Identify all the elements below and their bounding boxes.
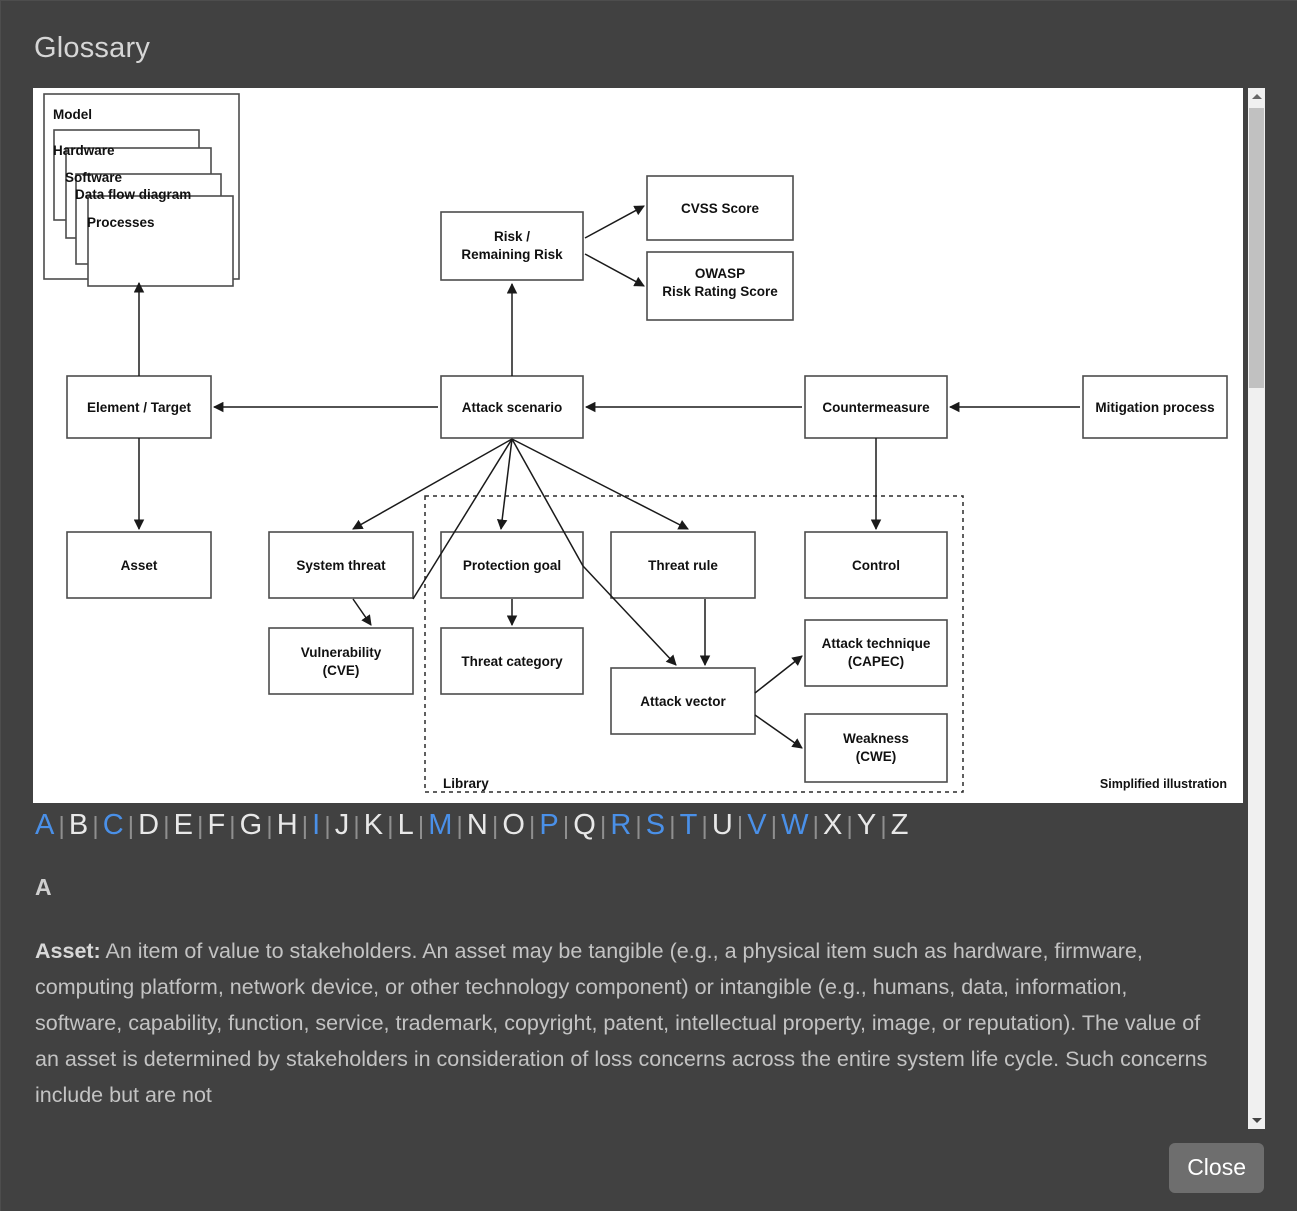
alphabet-separator: | xyxy=(599,812,607,840)
alphabet-link-r[interactable]: R xyxy=(610,809,631,841)
alphabet-link-n: N xyxy=(466,809,488,841)
alphabet-separator: | xyxy=(812,812,820,840)
alphabet-index[interactable]: A | B | C | D | E | F | G | H | I | J | K | L | M | N | O | P | Q | R | S | T |… xyxy=(35,811,908,840)
alphabet-separator: | xyxy=(301,812,309,840)
alphabet-separator: | xyxy=(846,812,853,840)
diagram-node-model: Model xyxy=(53,107,92,122)
alphabet-separator: | xyxy=(417,812,425,840)
alphabet-link-v[interactable]: V xyxy=(747,809,766,841)
glossary-definition: An item of value to stakeholders. An ass… xyxy=(35,939,1208,1107)
diagram-caption: Simplified illustration xyxy=(1100,777,1227,791)
alphabet-separator: | xyxy=(669,812,676,840)
diagram-node-asset: Asset xyxy=(121,558,158,573)
diagram-node-risk-line2: Remaining Risk xyxy=(461,247,563,262)
diagram-node-weakness-line2: (CWE) xyxy=(856,749,897,764)
diagram-node-cvss-score: CVSS Score xyxy=(681,201,760,216)
diagram-node-risk-line1: Risk / xyxy=(494,229,530,244)
alphabet-separator: | xyxy=(324,812,331,840)
triangle-up-icon xyxy=(1251,94,1262,99)
alphabet-separator: | xyxy=(456,812,463,840)
diagram-node-countermeasure: Countermeasure xyxy=(822,400,930,415)
alphabet-link-h: H xyxy=(276,809,298,841)
diagram-node-vulnerability-line2: (CVE) xyxy=(323,663,360,678)
diagram-node-weakness-line1: Weakness xyxy=(843,731,909,746)
glossary-term: Asset: xyxy=(35,939,101,963)
glossary-entry-asset: Asset: An item of value to stakeholders.… xyxy=(35,933,1210,1113)
diagram-node-system-threat: System threat xyxy=(296,558,386,573)
vertical-scrollbar[interactable] xyxy=(1248,88,1265,1129)
alphabet-separator: | xyxy=(127,812,135,840)
alphabet-link-y: Y xyxy=(856,809,877,841)
alphabet-separator: | xyxy=(196,812,204,840)
diagram-node-vulnerability-line1: Vulnerability xyxy=(301,645,382,660)
alphabet-link-q: Q xyxy=(573,809,596,841)
alphabet-link-e: E xyxy=(173,809,193,841)
diagram-library-label: Library xyxy=(443,776,489,791)
alphabet-link-a[interactable]: A xyxy=(35,809,54,841)
scrollbar-thumb[interactable] xyxy=(1249,108,1264,388)
diagram-node-software: Software xyxy=(65,170,123,185)
alphabet-link-m[interactable]: M xyxy=(428,809,452,841)
alphabet-separator: | xyxy=(635,812,642,840)
diagram-node-protection-goal: Protection goal xyxy=(463,558,561,573)
triangle-down-icon xyxy=(1251,1118,1262,1123)
alphabet-separator: | xyxy=(266,812,273,840)
alphabet-separator: | xyxy=(736,812,744,840)
alphabet-link-s[interactable]: S xyxy=(646,809,665,841)
alphabet-link-o: O xyxy=(502,809,525,841)
diagram-node-threat-rule: Threat rule xyxy=(648,558,718,573)
scroll-up-arrow-icon[interactable] xyxy=(1248,88,1265,105)
alphabet-separator: | xyxy=(229,812,236,840)
diagram-node-control: Control xyxy=(852,558,900,573)
diagram-node-mitigation-process: Mitigation process xyxy=(1095,400,1214,415)
scroll-down-arrow-icon[interactable] xyxy=(1248,1112,1265,1129)
page-title: Glossary xyxy=(34,32,151,64)
diagram-node-attack-scenario: Attack scenario xyxy=(462,400,563,415)
diagram-node-attack-technique-line1: Attack technique xyxy=(822,636,931,651)
diagram-node-owasp-line1: OWASP xyxy=(695,266,745,281)
alphabet-separator: | xyxy=(353,812,360,840)
diagram-node-data-flow-diagram: Data flow diagram xyxy=(75,187,191,202)
alphabet-link-d: D xyxy=(138,809,160,841)
threat-model-diagram: Model Hardware Software Data flow diagra… xyxy=(33,88,1243,803)
diagram-node-attack-technique-line2: (CAPEC) xyxy=(848,654,904,669)
alphabet-link-t[interactable]: T xyxy=(680,809,698,841)
alphabet-separator: | xyxy=(92,812,99,840)
alphabet-link-b: B xyxy=(68,809,89,841)
alphabet-link-f: F xyxy=(207,809,226,841)
alphabet-separator: | xyxy=(770,812,778,840)
alphabet-link-g: G xyxy=(239,809,263,841)
diagram-node-element-target: Element / Target xyxy=(87,400,192,415)
alphabet-link-x: X xyxy=(823,809,843,841)
diagram-node-hardware: Hardware xyxy=(53,143,115,158)
glossary-dialog: Glossary Model Hardware Software Data fl… xyxy=(0,0,1297,1211)
alphabet-separator: | xyxy=(58,812,65,840)
diagram-node-processes: Processes xyxy=(87,215,155,230)
alphabet-separator: | xyxy=(701,812,708,840)
diagram-node-attack-vector: Attack vector xyxy=(640,694,726,709)
glossary-scroll-region: Model Hardware Software Data flow diagra… xyxy=(33,88,1265,1129)
alphabet-separator: | xyxy=(387,812,394,840)
section-heading-a: A xyxy=(35,874,52,900)
diagram-node-owasp-line2: Risk Rating Score xyxy=(662,284,778,299)
alphabet-link-w[interactable]: W xyxy=(781,809,808,841)
alphabet-separator: | xyxy=(562,812,570,840)
alphabet-separator: | xyxy=(528,812,536,840)
alphabet-link-k: K xyxy=(363,809,384,841)
alphabet-separator: | xyxy=(880,812,887,840)
close-button[interactable]: Close xyxy=(1169,1143,1264,1193)
alphabet-separator: | xyxy=(163,812,170,840)
alphabet-link-u: U xyxy=(711,809,733,841)
alphabet-link-p[interactable]: P xyxy=(539,809,558,841)
alphabet-separator: | xyxy=(491,812,499,840)
alphabet-link-z: Z xyxy=(890,809,909,841)
alphabet-link-c[interactable]: C xyxy=(103,809,124,841)
alphabet-link-l: L xyxy=(397,809,414,841)
diagram-node-threat-category: Threat category xyxy=(461,654,563,669)
alphabet-link-j: J xyxy=(334,809,350,841)
glossary-scroll-content: Model Hardware Software Data flow diagra… xyxy=(33,88,1243,1129)
